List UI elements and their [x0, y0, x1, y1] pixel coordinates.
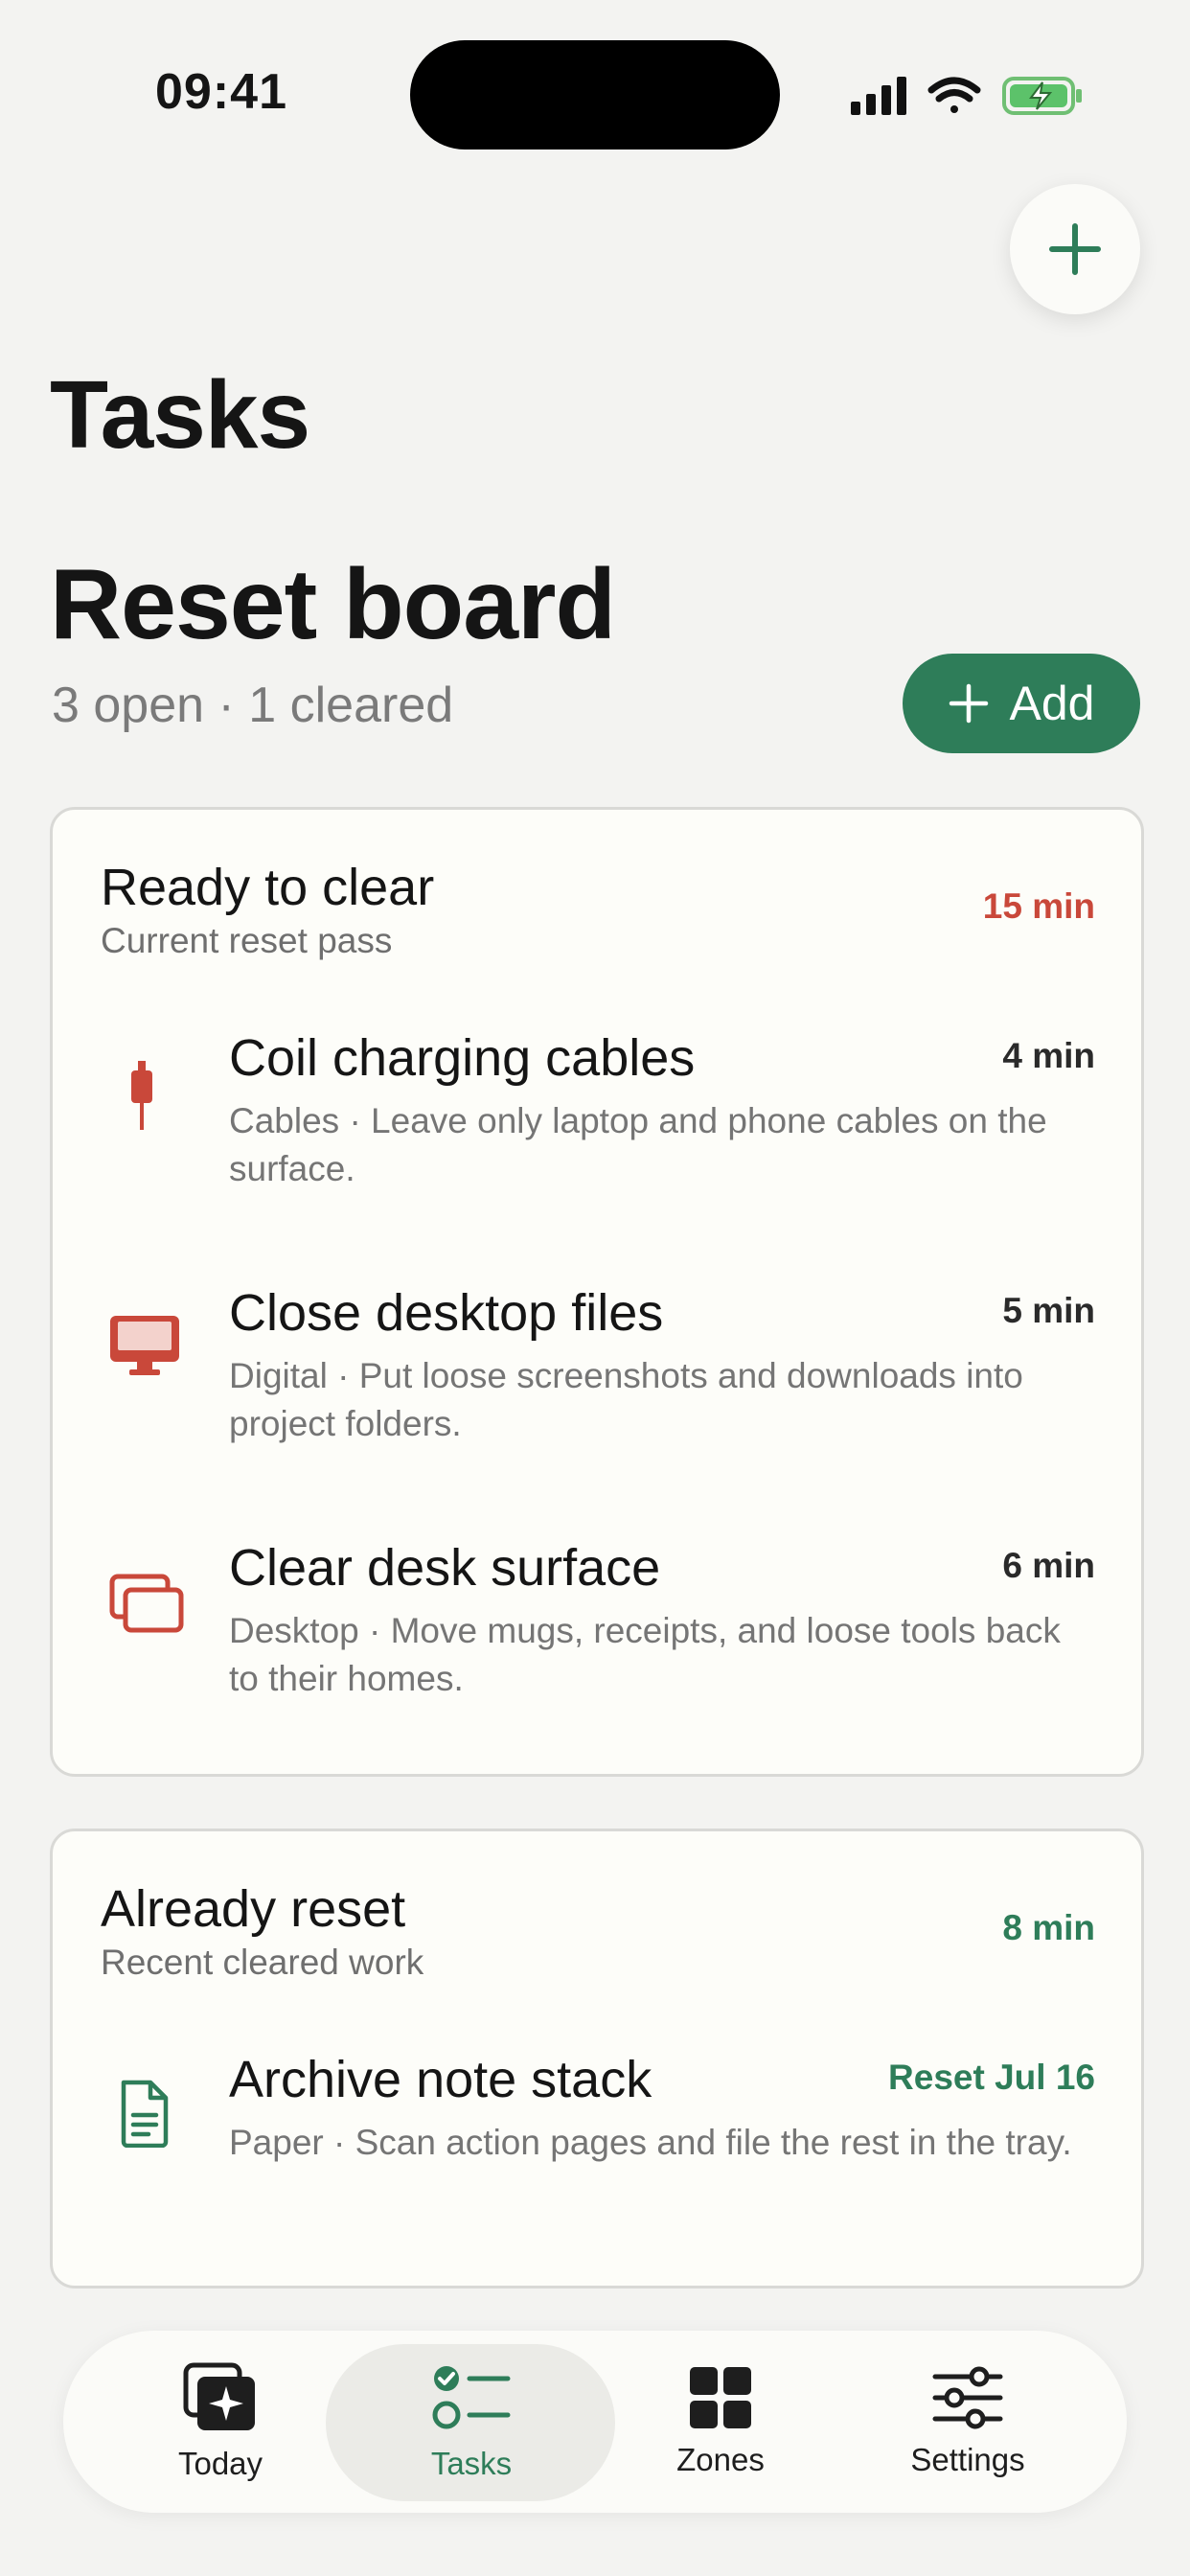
tab-label: Settings	[910, 2442, 1025, 2477]
task-title: Clear desk surface	[229, 1539, 661, 1597]
task-description: Paper · Scan action pages and file the r…	[229, 2123, 1072, 2162]
task-description: Cables · Leave only laptop and phone cab…	[229, 1101, 1047, 1188]
stacked-windows-icon	[109, 1574, 184, 1633]
cable-icon	[131, 1061, 152, 1130]
status-icons	[851, 73, 1085, 119]
section-total: 15 min	[982, 886, 1095, 926]
add-task-button[interactable]: Add	[903, 654, 1140, 753]
task-item[interactable]: Archive note stack Reset Jul 16 Paper · …	[53, 2023, 1141, 2253]
section-card-ready: Ready to clear Current reset pass 15 min…	[50, 807, 1144, 1777]
board-summary: 3 open · 1 cleared	[52, 678, 454, 733]
task-item[interactable]: Close desktop files 5 min Digital · Put …	[53, 1256, 1141, 1486]
signal-icon	[851, 77, 906, 115]
status-time: 09:41	[155, 64, 287, 120]
task-reset-date: Reset Jul 16	[888, 2058, 1095, 2097]
battery-icon	[1002, 77, 1082, 115]
document-icon	[121, 2080, 169, 2148]
tab-label: Today	[177, 2446, 263, 2481]
task-duration: 5 min	[1002, 1291, 1095, 1330]
monitor-icon	[110, 1316, 179, 1375]
section-card-reset: Already reset Recent cleared work 8 min …	[50, 1828, 1144, 2288]
tab-zones[interactable]: Zones	[640, 2331, 801, 2513]
tab-label: Tasks	[430, 2446, 513, 2481]
section-title: Ready to clear	[101, 859, 435, 916]
section-total: 8 min	[1002, 1908, 1095, 1947]
grid-icon	[690, 2367, 751, 2428]
task-title: Archive note stack	[229, 2051, 652, 2108]
tab-today[interactable]: Today	[140, 2331, 301, 2513]
task-duration: 4 min	[1002, 1036, 1095, 1075]
task-description: Desktop · Move mugs, receipts, and loose…	[229, 1611, 1061, 1698]
task-duration: 6 min	[1002, 1546, 1095, 1585]
wifi-icon	[927, 77, 981, 113]
board-title: Reset board	[50, 549, 616, 660]
dynamic-island	[410, 40, 780, 150]
page-title: Tasks	[50, 361, 310, 469]
plus-icon	[949, 683, 988, 724]
task-description: Digital · Put loose screenshots and down…	[229, 1356, 1023, 1443]
add-button-label: Add	[1009, 677, 1095, 730]
section-title: Already reset	[101, 1880, 406, 1938]
task-title: Close desktop files	[229, 1284, 664, 1342]
plus-icon	[1049, 223, 1101, 275]
sliders-icon	[932, 2366, 1003, 2429]
new-task-fab[interactable]	[1010, 184, 1140, 314]
task-item[interactable]: Clear desk surface 6 min Desktop · Move …	[53, 1511, 1141, 1741]
checklist-icon	[432, 2366, 511, 2429]
sparkle-window-icon	[183, 2362, 255, 2430]
section-subtitle: Current reset pass	[101, 921, 393, 960]
tab-tasks[interactable]: Tasks	[391, 2331, 552, 2513]
task-title: Coil charging cables	[229, 1029, 696, 1087]
tab-label: Zones	[676, 2442, 765, 2477]
tab-settings[interactable]: Settings	[887, 2331, 1048, 2513]
task-item[interactable]: Coil charging cables 4 min Cables · Leav…	[53, 1001, 1141, 1231]
section-subtitle: Recent cleared work	[101, 1943, 424, 1982]
